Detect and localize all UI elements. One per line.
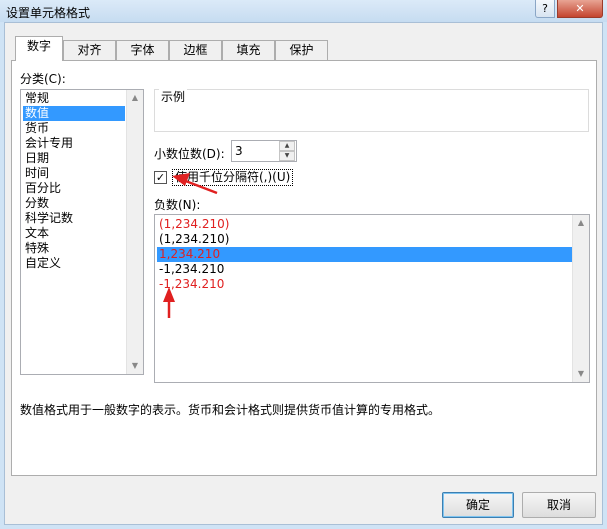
scroll-down-icon[interactable]: ▼: [127, 358, 143, 374]
category-label: 分类(C):: [20, 72, 66, 86]
help-button[interactable]: ?: [535, 0, 555, 18]
category-item[interactable]: 货币: [23, 121, 51, 136]
category-item[interactable]: 百分比: [23, 181, 63, 196]
decimal-places-label: 小数位数(D):: [154, 147, 225, 161]
stepper-buttons: ▲ ▼: [279, 141, 296, 161]
category-item[interactable]: 常规: [23, 91, 51, 106]
category-item[interactable]: 分数: [23, 196, 51, 211]
title-bar: 设置单元格格式 ? ✕: [0, 0, 607, 22]
cancel-button[interactable]: 取消: [522, 492, 596, 518]
negative-format-item[interactable]: -1,234.210: [157, 262, 226, 277]
category-scrollbar[interactable]: ▲ ▼: [126, 90, 143, 374]
ok-button[interactable]: 确定: [442, 492, 514, 518]
category-item[interactable]: 自定义: [23, 256, 63, 271]
scroll-down-icon[interactable]: ▼: [573, 366, 589, 382]
tab-fill[interactable]: 填充: [222, 40, 275, 60]
window-title: 设置单元格格式: [6, 6, 91, 20]
category-item[interactable]: 时间: [23, 166, 51, 181]
negative-numbers-label: 负数(N):: [154, 198, 201, 212]
tab-number[interactable]: 数字: [15, 36, 63, 61]
negative-format-item-selected[interactable]: 1,234.210: [157, 247, 572, 262]
category-list[interactable]: 常规 数值 货币 会计专用 日期 时间 百分比 分数 科学记数 文本 特殊 自定…: [20, 89, 144, 375]
negative-format-item[interactable]: (1,234.210): [157, 217, 231, 232]
negative-format-item[interactable]: (1,234.210): [157, 232, 231, 247]
category-item[interactable]: 科学记数: [23, 211, 75, 226]
decimal-places-value[interactable]: 3: [235, 144, 243, 158]
scroll-up-icon[interactable]: ▲: [127, 90, 143, 106]
sample-group: 示例: [154, 88, 589, 132]
stepper-down-icon[interactable]: ▼: [279, 151, 295, 161]
thousands-separator-checkbox[interactable]: ✓: [154, 171, 167, 184]
scroll-up-icon[interactable]: ▲: [573, 215, 589, 231]
negative-list-scrollbar[interactable]: ▲ ▼: [572, 215, 589, 382]
tab-protection[interactable]: 保护: [275, 40, 328, 60]
negative-format-item[interactable]: -1,234.210: [157, 277, 226, 292]
tab-border[interactable]: 边框: [169, 40, 222, 60]
thousands-separator-label[interactable]: 使用千位分隔符(,)(U): [172, 169, 294, 186]
category-item[interactable]: 文本: [23, 226, 51, 241]
close-button[interactable]: ✕: [557, 0, 603, 18]
negative-numbers-list[interactable]: (1,234.210) (1,234.210) 1,234.210 -1,234…: [154, 214, 590, 383]
category-item[interactable]: 特殊: [23, 241, 51, 256]
tab-font[interactable]: 字体: [116, 40, 169, 60]
category-item-selected[interactable]: 数值: [23, 106, 125, 121]
number-tab-panel: 分类(C): 常规 数值 货币 会计专用 日期 时间 百分比 分数 科学记数 文…: [11, 60, 597, 476]
stepper-up-icon[interactable]: ▲: [279, 141, 295, 151]
tab-alignment[interactable]: 对齐: [63, 40, 116, 60]
format-description: 数值格式用于一般数字的表示。货币和会计格式则提供货币值计算的专用格式。: [20, 403, 441, 417]
category-item[interactable]: 会计专用: [23, 136, 75, 151]
dialog-body: 数字 对齐 字体 边框 填充 保护 分类(C): 常规 数值 货币 会计专用 日…: [4, 22, 603, 525]
sample-label: 示例: [159, 88, 188, 105]
category-item[interactable]: 日期: [23, 151, 51, 166]
decimal-places-stepper[interactable]: 3 ▲ ▼: [231, 140, 297, 162]
